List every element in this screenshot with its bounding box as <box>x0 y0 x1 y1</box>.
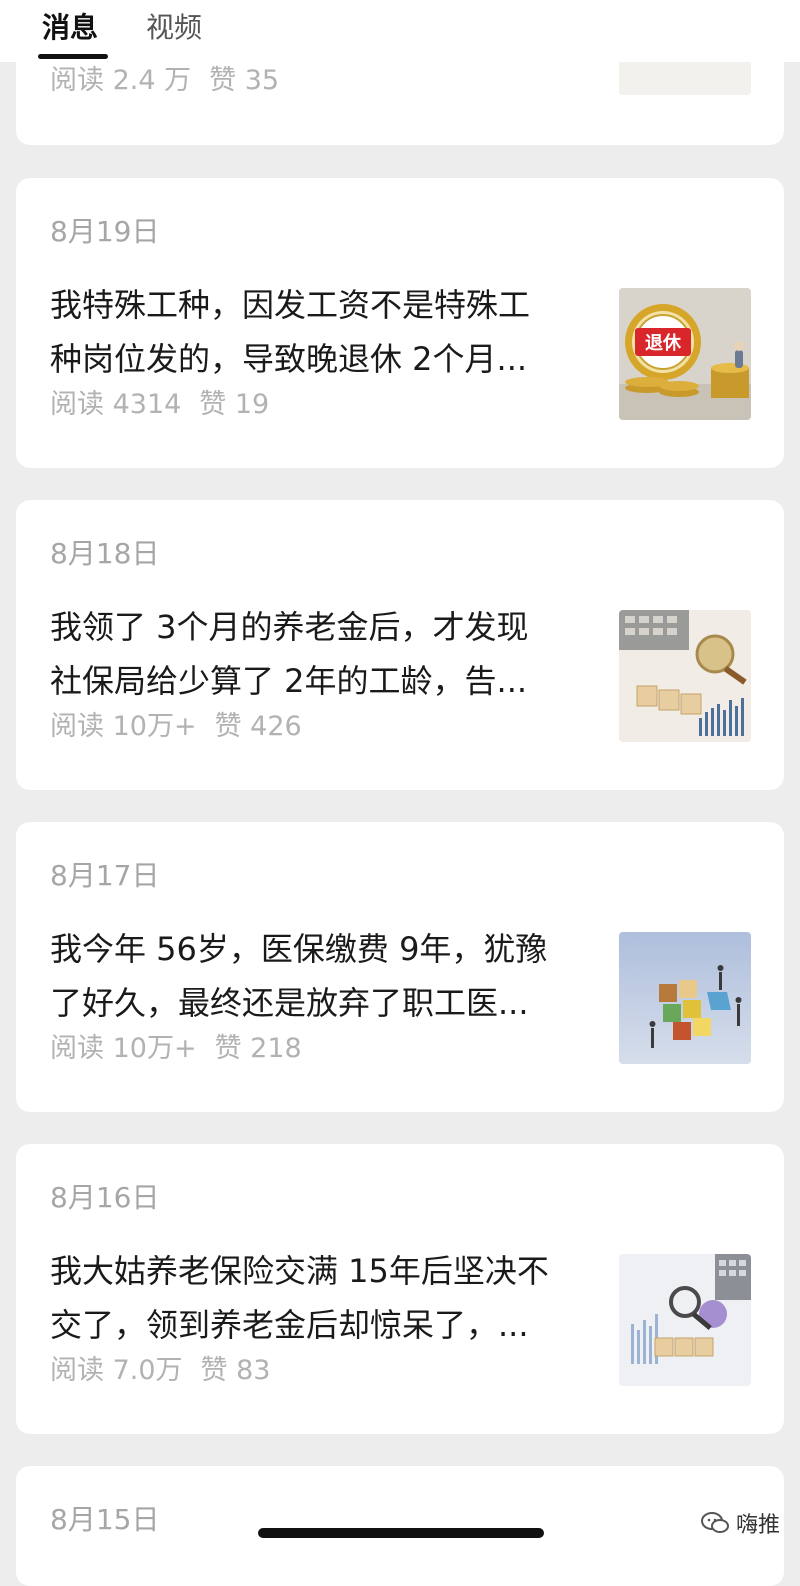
active-tab-indicator <box>38 54 108 59</box>
read-count: 阅读 7.0万 <box>50 1355 183 1386</box>
article-card[interactable]: 8月15日 <box>16 1466 784 1586</box>
medical-insurance-blocks-icon <box>619 932 751 1064</box>
title-line: 我特殊工种，因发工资不是特殊工 <box>50 286 531 324</box>
title-line: 了好久，最终还是放弃了职工医... <box>50 984 529 1022</box>
like-count: 赞 218 <box>214 1033 302 1064</box>
article-stats: 阅读 7.0万赞 83 <box>50 1354 270 1388</box>
title-line: 我大姑养老保险交满 15年后坚决不 <box>50 1252 549 1290</box>
home-indicator[interactable] <box>258 1528 544 1538</box>
title-line: 交了，领到养老金后却惊呆了，... <box>50 1306 529 1344</box>
like-count: 赞 35 <box>209 65 280 96</box>
watermark: 嗨推 <box>700 1508 780 1538</box>
article-thumbnail[interactable] <box>619 932 751 1064</box>
article-title[interactable]: 我大姑养老保险交满 15年后坚决不 交了，领到养老金后却惊呆了，... <box>50 1244 610 1352</box>
pension-magnifier-icon <box>619 1254 751 1386</box>
title-line: 我今年 56岁，医保缴费 9年，犹豫 <box>50 930 548 968</box>
read-count: 阅读 4314 <box>50 389 182 420</box>
tab-videos[interactable]: 视频 <box>146 10 202 46</box>
read-count: 阅读 10万+ <box>50 711 197 742</box>
article-date: 8月17日 <box>50 859 160 892</box>
article-thumbnail[interactable]: 退休 <box>619 288 751 420</box>
article-title[interactable]: 我今年 56岁，医保缴费 9年，犹豫 了好久，最终还是放弃了职工医... <box>50 922 610 1030</box>
retirement-coins-icon: 退休 <box>619 288 751 420</box>
read-count: 阅读 2.4 万 <box>50 65 192 96</box>
article-card[interactable]: 8月19日 我特殊工种，因发工资不是特殊工 种岗位发的，导致晚退休 2个月...… <box>16 178 784 468</box>
article-date: 8月15日 <box>50 1503 160 1536</box>
svg-text:退休: 退休 <box>645 332 682 354</box>
article-card[interactable]: 8月17日 我今年 56岁，医保缴费 9年，犹豫 了好久，最终还是放弃了职工医.… <box>16 822 784 1112</box>
like-count: 赞 83 <box>200 1355 271 1386</box>
tab-messages[interactable]: 消息 <box>42 10 98 46</box>
article-date: 8月16日 <box>50 1181 160 1214</box>
article-thumbnail[interactable] <box>619 610 751 742</box>
article-thumbnail[interactable] <box>619 1254 751 1386</box>
article-card[interactable]: 8月16日 我大姑养老保险交满 15年后坚决不 交了，领到养老金后却惊呆了，..… <box>16 1144 784 1434</box>
like-count: 赞 426 <box>214 711 302 742</box>
article-stats: 阅读 10万+ 赞 426 <box>50 710 302 744</box>
article-stats: 阅读 2.4 万赞 35 <box>50 64 279 98</box>
article-stats: 阅读 10万+ 赞 218 <box>50 1032 302 1066</box>
pension-chart-icon <box>619 610 751 742</box>
read-count: 阅读 10万+ <box>50 1033 197 1064</box>
article-date: 8月18日 <box>50 537 160 570</box>
title-line: 我领了 3个月的养老金后，才发现 <box>50 608 529 646</box>
article-title[interactable]: 我特殊工种，因发工资不是特殊工 种岗位发的，导致晚退休 2个月... <box>50 278 610 386</box>
title-line: 种岗位发的，导致晚退休 2个月... <box>50 340 528 378</box>
title-line: 社保局给少算了 2年的工龄，告... <box>50 662 528 700</box>
article-stats: 阅读 4314 赞 19 <box>50 388 269 422</box>
wechat-logo-icon <box>701 1512 729 1533</box>
watermark-label: 嗨推 <box>736 1513 781 1538</box>
top-tab-bar: 消息 视频 <box>0 0 800 62</box>
article-title[interactable]: 我领了 3个月的养老金后，才发现 社保局给少算了 2年的工龄，告... <box>50 600 610 708</box>
like-count: 赞 19 <box>199 389 270 420</box>
article-date: 8月19日 <box>50 215 160 248</box>
article-card[interactable]: 8月18日 我领了 3个月的养老金后，才发现 社保局给少算了 2年的工龄，告..… <box>16 500 784 790</box>
